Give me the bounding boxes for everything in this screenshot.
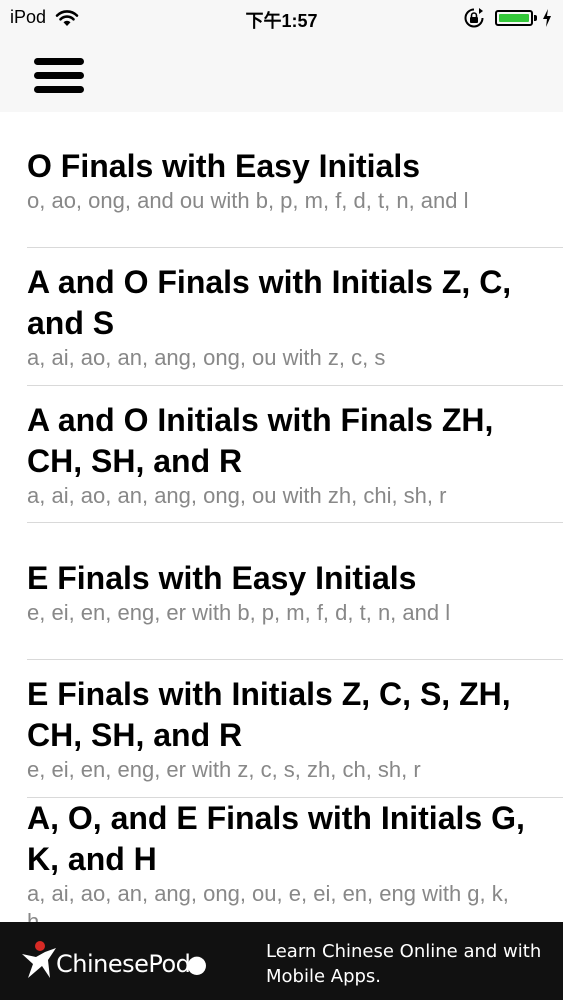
lesson-subtitle: a, ai, ao, an, ang, ong, ou with z, c, s <box>27 345 386 370</box>
status-bar: iPod 下午1:57 <box>0 0 563 36</box>
charging-bolt-icon <box>543 9 551 27</box>
lesson-title: E Finals with Easy Initials <box>27 560 417 596</box>
lesson-subtitle: a, ai, ao, an, ang, ong, ou with zh, chi… <box>27 483 447 508</box>
lesson-item[interactable]: E Finals with Initials Z, C, S, ZH, CH, … <box>27 674 563 798</box>
status-right <box>463 7 553 29</box>
lesson-list: O Finals with Easy Initials o, ao, ong, … <box>0 112 563 922</box>
lesson-subtitle: a, ai, ao, an, ang, ong, ou, e, ei, en, … <box>27 881 509 922</box>
lesson-subtitle: o, ao, ong, and ou with b, p, m, f, d, t… <box>27 188 469 213</box>
lesson-item[interactable]: A and O Initials with Finals ZH, CH, SH,… <box>27 400 563 523</box>
lesson-item[interactable]: E Finals with Easy Initials e, ei, en, e… <box>27 558 563 660</box>
lesson-title: A, O, and E Finals with Initials G, K, a… <box>27 800 525 877</box>
lesson-subtitle: e, ei, en, eng, er with b, p, m, f, d, t… <box>27 600 451 625</box>
lesson-item[interactable]: A and O Finals with Initials Z, C, and S… <box>27 262 563 386</box>
banner-text: Learn Chinese Online and with Mobile App… <box>266 941 542 987</box>
battery-icon <box>495 8 539 28</box>
lesson-subtitle: e, ei, en, eng, er with z, c, s, zh, ch,… <box>27 757 421 782</box>
lesson-item[interactable]: A, O, and E Finals with Initials G, K, a… <box>27 798 563 922</box>
lesson-title: E Finals with Initials Z, C, S, ZH, CH, … <box>27 676 511 753</box>
lesson-title: O Finals with Easy Initials <box>27 148 420 184</box>
chinesepod-person-icon <box>22 941 56 978</box>
logo-dot: ● <box>186 950 207 978</box>
lesson-item[interactable]: O Finals with Easy Initials o, ao, ong, … <box>27 146 563 248</box>
lesson-title: A and O Initials with Finals ZH, CH, SH,… <box>27 402 494 479</box>
hamburger-menu-icon[interactable] <box>34 56 86 96</box>
rotation-lock-icon <box>464 8 484 28</box>
chinesepod-logo: ChinesePod ● <box>18 940 207 982</box>
chinesepod-ad-banner[interactable]: ChinesePod ● Learn Chinese Online and wit… <box>0 922 563 1000</box>
lesson-title: A and O Finals with Initials Z, C, and S <box>27 264 512 341</box>
battery-level <box>499 14 529 22</box>
nav-bar <box>0 36 563 112</box>
logo-text: ChinesePod <box>56 950 191 978</box>
